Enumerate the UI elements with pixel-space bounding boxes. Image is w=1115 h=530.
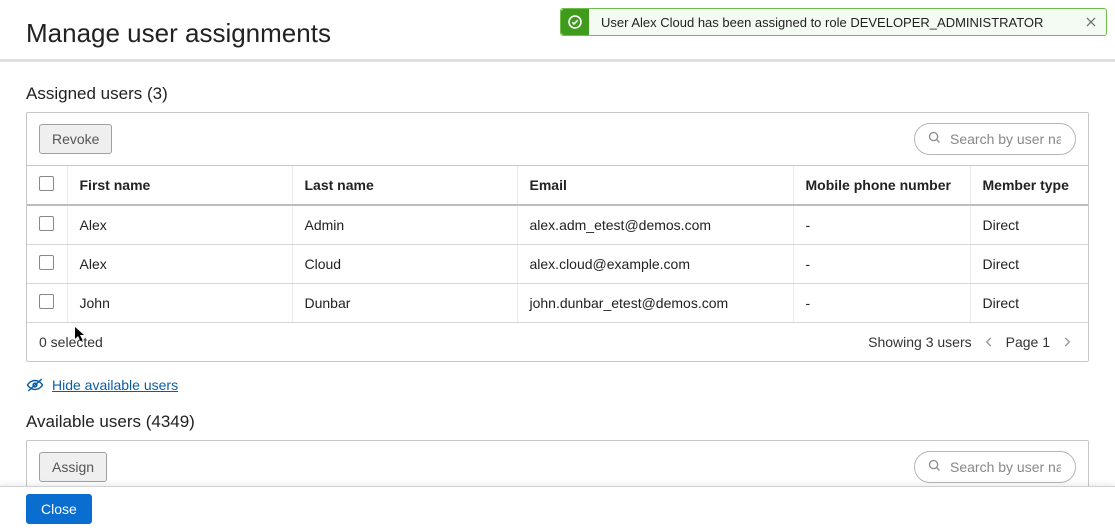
next-page-button[interactable]	[1058, 333, 1076, 351]
assigned-table-footer: 0 selected Showing 3 users Page 1	[27, 323, 1088, 361]
hide-available-row: Hide available users	[26, 376, 1089, 394]
toast-close-button[interactable]	[1076, 15, 1106, 29]
search-icon	[927, 130, 942, 148]
cell-first: John	[67, 284, 292, 323]
page-indicator: Page 1	[1006, 334, 1050, 350]
cell-first: Alex	[67, 205, 292, 245]
cell-type: Direct	[970, 245, 1088, 284]
search-icon	[927, 458, 942, 476]
header-region: Manage user assignments User Alex Cloud …	[0, 0, 1115, 59]
available-search-input[interactable]	[948, 458, 1063, 476]
revoke-button[interactable]: Revoke	[39, 124, 112, 154]
cell-last: Cloud	[292, 245, 517, 284]
showing-text: Showing 3 users	[868, 334, 972, 350]
prev-page-button[interactable]	[980, 333, 998, 351]
cell-phone: -	[793, 245, 970, 284]
cell-phone: -	[793, 205, 970, 245]
selection-count: 0 selected	[39, 334, 103, 350]
assign-button[interactable]: Assign	[39, 452, 107, 482]
eye-off-icon	[26, 376, 44, 394]
available-heading: Available users (4349)	[26, 412, 1089, 432]
cell-phone: -	[793, 284, 970, 323]
assigned-toolbar: Revoke	[27, 113, 1088, 166]
cell-email: alex.cloud@example.com	[517, 245, 793, 284]
cell-type: Direct	[970, 205, 1088, 245]
available-search-box[interactable]	[914, 451, 1076, 483]
col-phone[interactable]: Mobile phone number	[793, 166, 970, 205]
success-icon	[561, 9, 589, 35]
cell-type: Direct	[970, 284, 1088, 323]
row-checkbox[interactable]	[39, 216, 54, 231]
cell-last: Dunbar	[292, 284, 517, 323]
select-all-checkbox[interactable]	[39, 176, 54, 191]
bottom-bar: Close	[0, 486, 1115, 530]
table-row[interactable]: John Dunbar john.dunbar_etest@demos.com …	[27, 284, 1088, 323]
cell-email: john.dunbar_etest@demos.com	[517, 284, 793, 323]
cell-email: alex.adm_etest@demos.com	[517, 205, 793, 245]
cell-last: Admin	[292, 205, 517, 245]
success-toast: User Alex Cloud has been assigned to rol…	[560, 8, 1107, 36]
hide-available-link[interactable]: Hide available users	[52, 377, 178, 393]
cell-first: Alex	[67, 245, 292, 284]
col-email[interactable]: Email	[517, 166, 793, 205]
col-member-type[interactable]: Member type	[970, 166, 1088, 205]
assigned-table: First name Last name Email Mobile phone …	[27, 166, 1088, 323]
toast-message: User Alex Cloud has been assigned to rol…	[589, 15, 1076, 30]
assigned-table-region: Revoke First name Last name Email Mobile…	[26, 112, 1089, 362]
table-row[interactable]: Alex Cloud alex.cloud@example.com - Dire…	[27, 245, 1088, 284]
assigned-heading: Assigned users (3)	[26, 84, 1089, 104]
row-checkbox[interactable]	[39, 294, 54, 309]
row-checkbox[interactable]	[39, 255, 54, 270]
assigned-search-box[interactable]	[914, 123, 1076, 155]
assigned-search-input[interactable]	[948, 130, 1063, 148]
close-button[interactable]: Close	[26, 494, 92, 524]
col-last-name[interactable]: Last name	[292, 166, 517, 205]
paginator: Showing 3 users Page 1	[868, 333, 1076, 351]
table-row[interactable]: Alex Admin alex.adm_etest@demos.com - Di…	[27, 205, 1088, 245]
col-first-name[interactable]: First name	[67, 166, 292, 205]
